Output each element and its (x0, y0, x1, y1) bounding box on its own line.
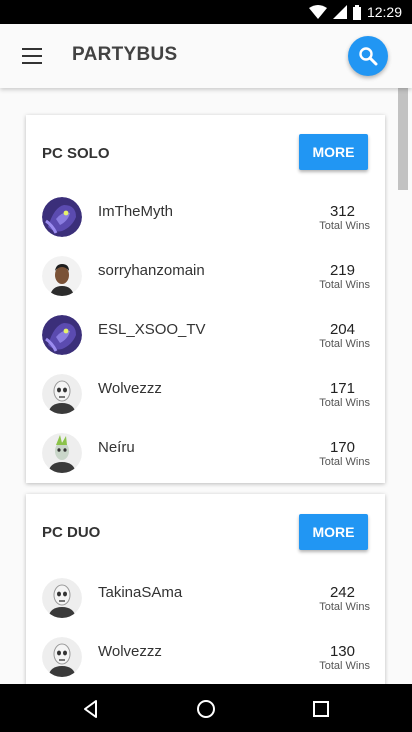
battery-icon (352, 4, 361, 20)
signal-icon (332, 5, 347, 19)
player-row[interactable]: Wolvezzz 130 Total Wins (26, 637, 385, 684)
wins-count: 130 Total Wins (290, 643, 370, 673)
player-name: ESL_XSOO_TV (98, 321, 206, 338)
avatar-skull (42, 637, 82, 677)
wins-label: Total Wins (319, 601, 370, 613)
wins-number: 242 (329, 584, 355, 601)
section-title: PC DUO (42, 524, 101, 541)
wins-label: Total Wins (319, 338, 370, 350)
player-row[interactable]: Neíru 170 Total Wins (26, 433, 385, 492)
player-name: sorryhanzomain (98, 262, 205, 279)
search-icon (359, 47, 378, 66)
search-button[interactable] (348, 36, 388, 76)
wins-number: 219 (329, 262, 355, 279)
player-name: TakinaSAma (98, 584, 183, 601)
wins-number: 171 (329, 380, 355, 397)
leaderboard-list[interactable]: PC SOLO MORE ImTheMyth 312 Total Wins so… (0, 88, 412, 684)
wins-number: 204 (329, 321, 355, 338)
menu-icon[interactable] (22, 48, 42, 64)
more-button[interactable]: MORE (299, 514, 368, 550)
status-time: 12:29 (366, 4, 402, 20)
home-button[interactable] (195, 698, 217, 720)
status-bar: 12:29 (0, 0, 412, 24)
player-row[interactable]: TakinaSAma 242 Total Wins (26, 578, 385, 637)
app-bar: PARTYBUS (0, 24, 412, 88)
back-button[interactable] (80, 698, 102, 720)
avatar-dragon (42, 315, 82, 355)
wins-count: 170 Total Wins (290, 439, 370, 469)
player-name: ImTheMyth (98, 203, 174, 220)
wins-count: 242 Total Wins (290, 584, 370, 614)
wifi-icon (308, 5, 327, 19)
wins-label: Total Wins (319, 279, 370, 291)
player-name: Wolvezzz (98, 380, 162, 397)
section-title: PC SOLO (42, 145, 110, 162)
status-icons: 12:29 (308, 4, 402, 20)
wins-label: Total Wins (319, 660, 370, 672)
wins-label: Total Wins (319, 456, 370, 468)
section-card-pc-duo: PC DUO MORE TakinaSAma 242 Total Wins Wo… (26, 494, 385, 684)
avatar-skull (42, 374, 82, 414)
player-row[interactable]: Wolvezzz 171 Total Wins (26, 374, 385, 433)
recents-button[interactable] (310, 698, 332, 720)
wins-label: Total Wins (319, 220, 370, 232)
avatar-skull (42, 578, 82, 618)
home-icon (197, 700, 215, 718)
scrollbar[interactable] (398, 88, 408, 190)
player-name: Wolvezzz (98, 643, 162, 660)
avatar-default (42, 256, 82, 296)
player-row[interactable]: sorryhanzomain 219 Total Wins (26, 256, 385, 315)
wins-count: 312 Total Wins (290, 203, 370, 233)
back-icon (84, 700, 97, 718)
avatar-zombie (42, 433, 82, 473)
section-card-pc-solo: PC SOLO MORE ImTheMyth 312 Total Wins so… (26, 115, 385, 483)
wins-number: 130 (329, 643, 355, 660)
wins-number: 170 (329, 439, 355, 456)
player-row[interactable]: ESL_XSOO_TV 204 Total Wins (26, 315, 385, 374)
more-button[interactable]: MORE (299, 134, 368, 170)
wins-label: Total Wins (319, 397, 370, 409)
recents-icon (313, 701, 329, 717)
player-name: Neíru (98, 439, 135, 456)
wins-count: 171 Total Wins (290, 380, 370, 410)
wins-number: 312 (329, 203, 355, 220)
player-row[interactable]: ImTheMyth 312 Total Wins (26, 197, 385, 256)
app-title: PARTYBUS (72, 44, 178, 65)
wins-count: 219 Total Wins (290, 262, 370, 292)
navigation-bar (0, 684, 412, 732)
avatar-dragon (42, 197, 82, 237)
wins-count: 204 Total Wins (290, 321, 370, 351)
